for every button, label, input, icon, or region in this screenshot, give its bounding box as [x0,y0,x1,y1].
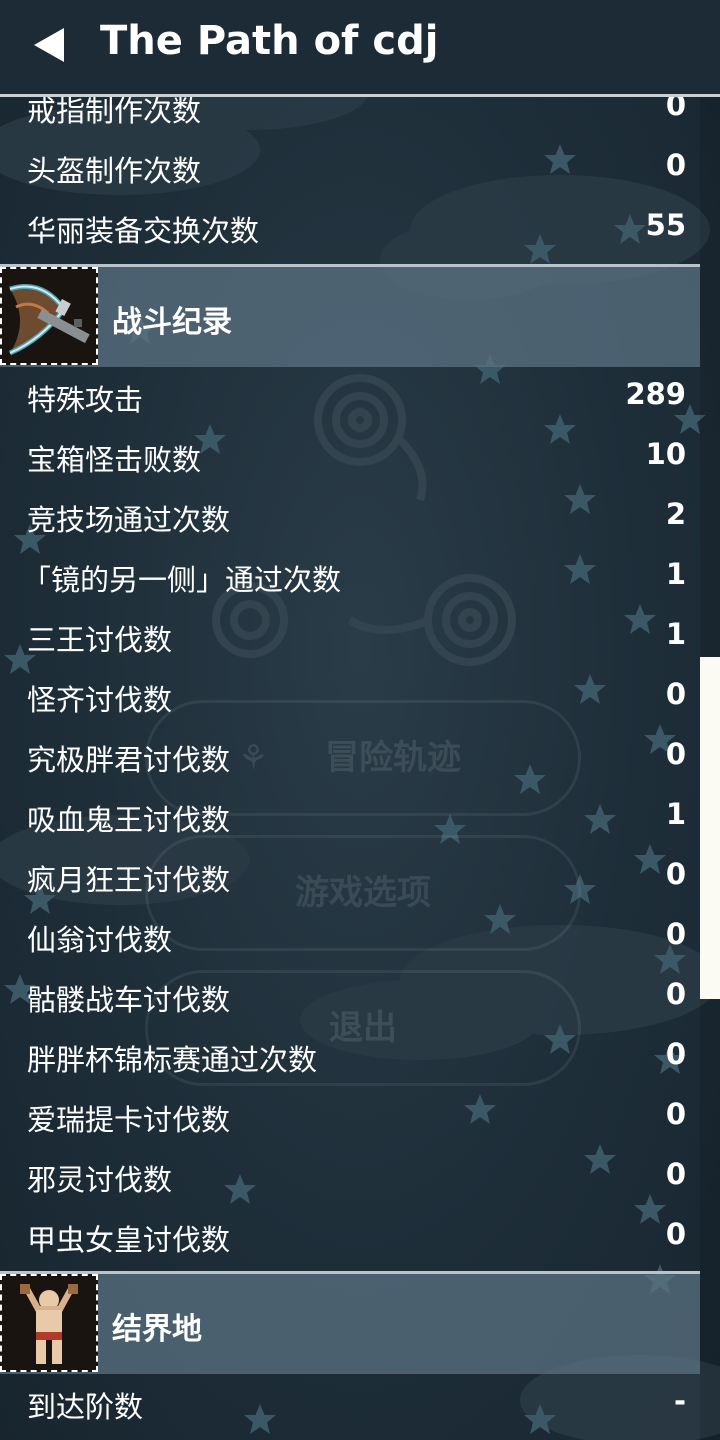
list-item: 到达阶数 - [0,1374,700,1434]
list-item: 胖胖杯锦标赛通过次数 0 [0,1027,700,1087]
stat-label: 吸血鬼王讨伐数 [27,803,231,837]
scroll-thumb[interactable] [700,657,720,999]
list-item: 甲虫女皇讨伐数 0 [0,1207,700,1267]
stat-label: 怪齐讨伐数 [27,683,173,717]
stat-value: 0 [665,917,686,951]
stat-label: 邪灵讨伐数 [27,1163,173,1197]
scrollbar[interactable] [700,97,720,1440]
list-item: 仙翁讨伐数 0 [0,907,700,967]
stat-value: 0 [665,677,686,711]
section-header-barrier-land: 结界地 [0,1271,700,1374]
muscle-warrior-icon [0,1274,98,1372]
list-item: 宝箱怪击败数 10 [0,427,700,487]
stat-value: 1 [665,617,686,651]
stat-label: 头盔制作次数 [27,154,202,188]
stat-label: 究极胖君讨伐数 [27,743,231,777]
back-arrow-icon[interactable] [34,28,64,62]
section-title: 战斗纪录 [112,305,232,340]
list-item: 怪齐讨伐数 0 [0,667,700,727]
list-item: 头盔制作次数 0 [0,138,700,198]
stat-value: 0 [665,1217,686,1251]
section-header-battle-records: 战斗纪录 [0,264,700,367]
list-item: 特殊攻击 289 [0,367,700,427]
stat-value: 0 [665,977,686,1011]
stat-value: 1 [665,797,686,831]
stat-label: 华丽装备交换次数 [27,214,260,248]
stat-value: 1 [665,557,686,591]
stat-label: 三王讨伐数 [27,623,173,657]
list-item: 疯月狂王讨伐数 0 [0,847,700,907]
stat-label: 特殊攻击 [27,383,144,417]
list-item: 吸血鬼王讨伐数 1 [0,787,700,847]
stats-list[interactable]: 戒指制作次数 0 头盔制作次数 0 华丽装备交换次数 55 战斗纪录 特殊攻击 … [0,78,700,1434]
stat-label: 骷髅战车讨伐数 [27,983,231,1017]
stat-label: 仙翁讨伐数 [27,923,173,957]
stat-value: 55 [645,208,686,242]
stat-label: 甲虫女皇讨伐数 [27,1223,231,1257]
stat-label: 疯月狂王讨伐数 [27,863,231,897]
battle-axe-icon [0,267,98,365]
list-item: 爱瑞提卡讨伐数 0 [0,1087,700,1147]
stat-label: 胖胖杯锦标赛通过次数 [27,1043,318,1077]
page-title: The Path of cdj [100,18,439,64]
stat-value: 289 [625,377,686,411]
list-item: 邪灵讨伐数 0 [0,1147,700,1207]
stat-value: 0 [665,1097,686,1131]
stat-value: 0 [665,857,686,891]
stat-value: - [673,1384,686,1418]
stat-value: 0 [665,737,686,771]
list-item: 究极胖君讨伐数 0 [0,727,700,787]
stat-value: 0 [665,1157,686,1191]
stat-label: 宝箱怪击败数 [27,443,202,477]
top-bar: The Path of cdj [0,0,720,97]
stat-value: 0 [665,1037,686,1071]
list-item: 三王讨伐数 1 [0,607,700,667]
stat-value: 0 [665,148,686,182]
stat-label: 爱瑞提卡讨伐数 [27,1103,231,1137]
list-item: 「镜的另一侧」通过次数 1 [0,547,700,607]
list-item: 华丽装备交换次数 55 [0,198,700,258]
stat-label: 「镜的另一侧」通过次数 [22,563,342,597]
list-item: 骷髅战车讨伐数 0 [0,967,700,1027]
stat-label: 竞技场通过次数 [27,503,231,537]
list-item: 竞技场通过次数 2 [0,487,700,547]
stat-value: 10 [645,437,686,471]
section-title: 结界地 [112,1312,202,1347]
stat-label: 到达阶数 [27,1390,144,1424]
stat-value: 2 [665,497,686,531]
stats-screen: ⚘ 冒险轨迹 游戏选项 退出 The Path of cdj 戒指制作次数 0 … [0,0,720,1440]
